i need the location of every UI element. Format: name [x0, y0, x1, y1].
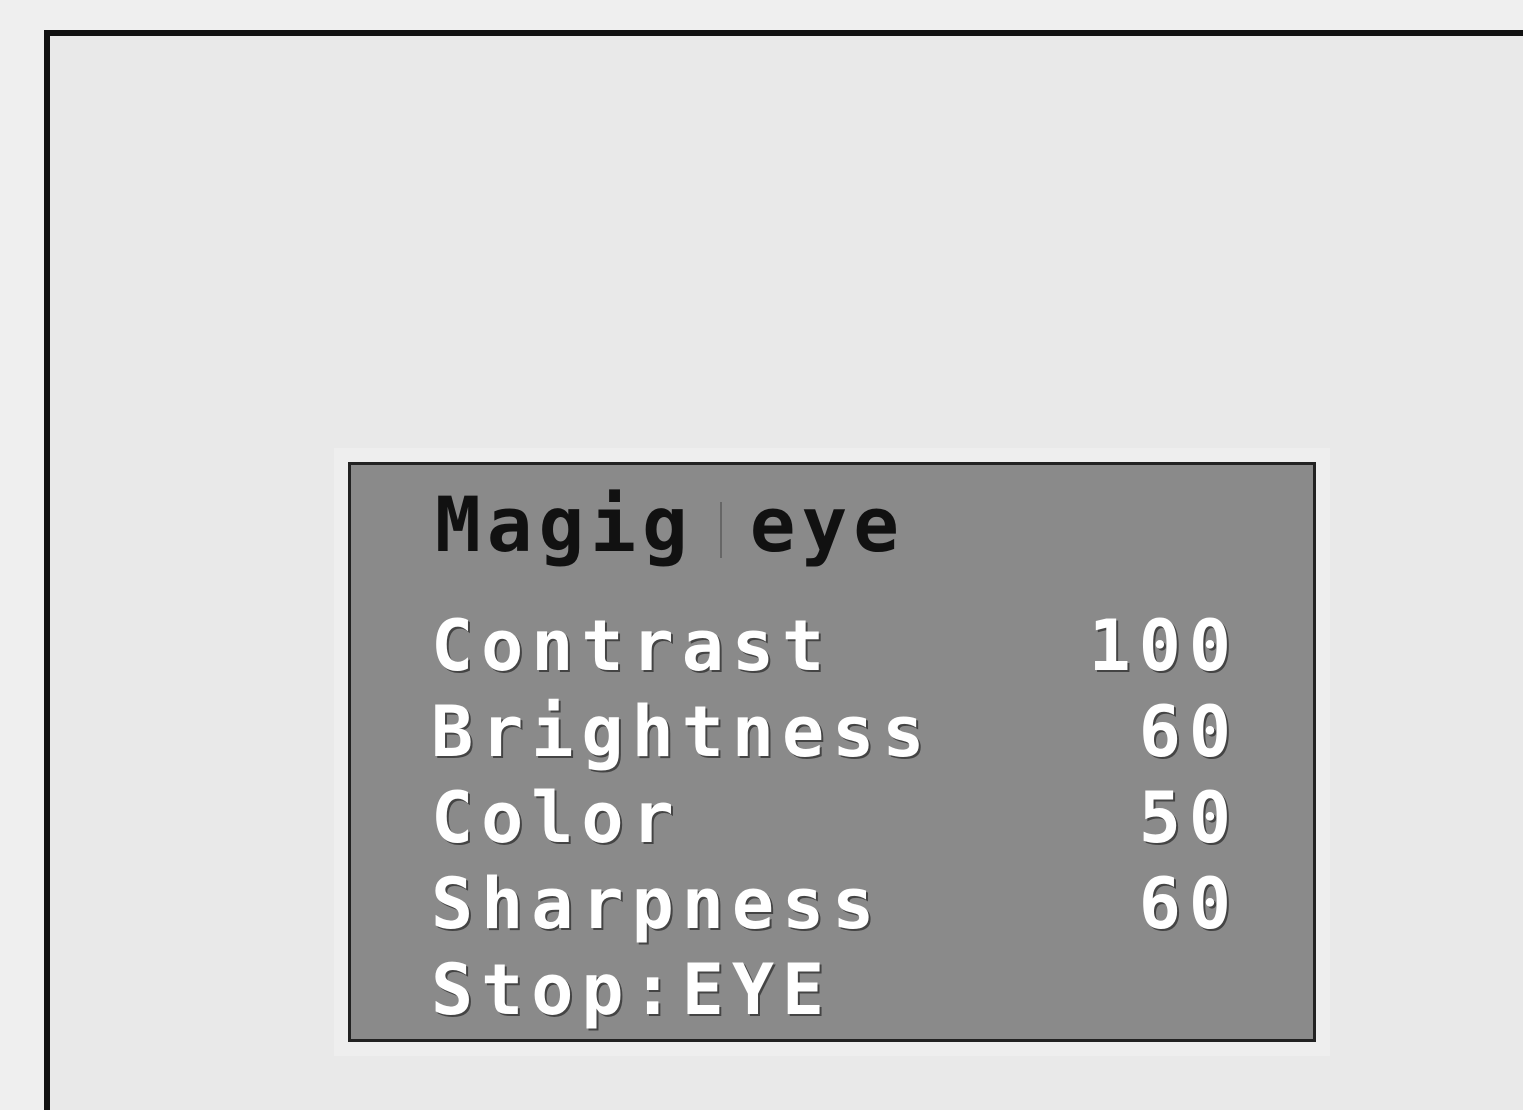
setting-label: Color: [431, 777, 682, 859]
magic-eye-osd-panel: Magig eye Contrast 100 Brightness 60 Colo…: [348, 462, 1316, 1042]
stop-hint-label: Stop:EYE: [431, 949, 833, 1031]
setting-label: Contrast: [431, 605, 833, 687]
setting-row-contrast[interactable]: Contrast 100: [431, 603, 1239, 689]
setting-label: Sharpness: [431, 863, 883, 945]
screen-frame: Magig eye Contrast 100 Brightness 60 Colo…: [44, 30, 1523, 1110]
stop-hint: Stop:EYE: [431, 947, 1239, 1033]
setting-value: 50: [1138, 777, 1239, 859]
osd-title-part2: eye: [749, 480, 906, 569]
setting-value: 60: [1138, 863, 1239, 945]
setting-label: Brightness: [431, 691, 933, 773]
setting-row-color[interactable]: Color 50: [431, 775, 1239, 861]
osd-title-part1: Magig: [435, 480, 694, 569]
text-cursor-icon: [719, 502, 722, 558]
setting-value: 60: [1138, 691, 1239, 773]
osd-settings-list: Contrast 100 Brightness 60 Color 50 Shar…: [431, 603, 1239, 1033]
setting-row-sharpness[interactable]: Sharpness 60: [431, 861, 1239, 947]
setting-row-brightness[interactable]: Brightness 60: [431, 689, 1239, 775]
osd-title: Magig eye: [435, 487, 905, 563]
setting-value: 100: [1088, 605, 1239, 687]
